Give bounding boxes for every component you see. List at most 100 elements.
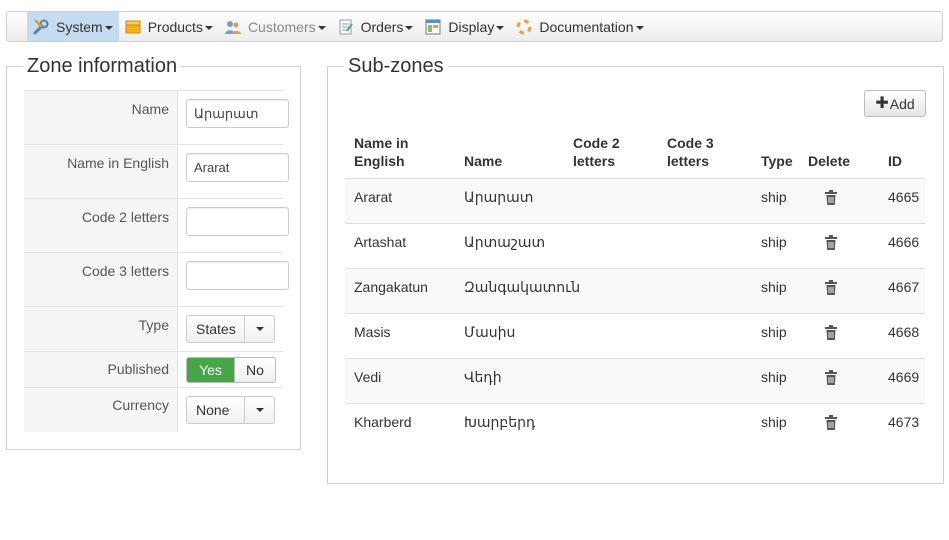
trash-icon[interactable] [825, 325, 837, 340]
menu-system-label: System [56, 18, 103, 35]
code2-row: Code 2 letters [24, 198, 289, 252]
table-row: Masis Մասիս ship 4668 [345, 313, 925, 358]
trash-icon[interactable] [825, 370, 837, 385]
chevron-down-icon [496, 25, 505, 30]
published-yes-button[interactable]: Yes [187, 358, 234, 382]
type-select-value: States [196, 321, 236, 337]
name-row: Name [24, 90, 289, 144]
header-name-english: Name in English [354, 135, 409, 169]
name-english-input[interactable] [186, 153, 289, 182]
currency-row: Currency None [24, 387, 283, 432]
cell-id: 4666 [888, 234, 920, 250]
chevron-down-icon [317, 25, 326, 30]
name-english-row: Name in English [24, 144, 289, 198]
table-row: Kharberd Խարբերդ ship 4673 [345, 403, 925, 448]
type-row: Type States [24, 306, 283, 351]
orders-icon [337, 18, 355, 36]
chevron-down-icon [635, 25, 644, 30]
table-row: Ararat Արարատ ship 4665 [345, 178, 925, 223]
type-select-toggle[interactable] [244, 316, 274, 342]
header-type: Type [761, 153, 793, 169]
menu-customers[interactable]: Customers [219, 12, 332, 41]
cell-name: Արարատ [464, 189, 534, 205]
lifebuoy-icon [515, 18, 533, 36]
menu-orders[interactable]: Orders [332, 12, 420, 41]
trash-icon[interactable] [825, 190, 837, 205]
add-subzone-button[interactable]: ✚ Add [864, 90, 926, 117]
cell-id: 4667 [888, 279, 920, 295]
trash-icon[interactable] [825, 280, 837, 295]
display-icon [424, 18, 442, 36]
chevron-down-icon [255, 327, 264, 331]
menu-system[interactable]: System [27, 12, 119, 41]
header-name: Name [464, 153, 503, 169]
cell-id: 4673 [888, 414, 920, 430]
cell-name-english: Masis [354, 324, 391, 340]
cell-id: 4669 [888, 369, 920, 385]
trash-icon[interactable] [825, 235, 837, 250]
cell-name: Զանգակատուն [464, 279, 581, 295]
header-delete: Delete [808, 153, 851, 169]
currency-select-value: None [196, 402, 230, 418]
plus-icon: ✚ [875, 94, 889, 112]
currency-label: Currency [24, 388, 178, 432]
cell-name: Մասիս [464, 324, 516, 340]
cell-type: ship [761, 189, 787, 205]
code3-label: Code 3 letters [24, 253, 178, 306]
box-icon [124, 18, 142, 36]
cell-id: 4668 [888, 324, 920, 340]
zone-information-panel: Zone information Name Name in English Co… [6, 54, 301, 450]
type-select[interactable]: States [186, 315, 275, 343]
add-subzone-label: Add [889, 95, 915, 112]
name-input[interactable] [186, 99, 289, 128]
header-code2: Code 2 letters [573, 135, 620, 169]
cell-type: ship [761, 324, 787, 340]
cell-name: Վեդի [464, 369, 502, 385]
cell-type: ship [761, 369, 787, 385]
chevron-down-icon [255, 408, 264, 412]
cell-type: ship [761, 234, 787, 250]
users-icon [224, 18, 242, 36]
published-no-button[interactable]: No [234, 358, 275, 382]
name-label: Name [24, 91, 178, 144]
cell-type: ship [761, 279, 787, 295]
code3-row: Code 3 letters [24, 252, 289, 306]
published-label: Published [24, 352, 178, 387]
published-toggle: Yes No [186, 357, 276, 383]
type-label: Type [24, 307, 178, 351]
code3-input[interactable] [186, 261, 289, 290]
menu-documentation-label: Documentation [539, 18, 634, 35]
cell-type: ship [761, 414, 787, 430]
menu-documentation[interactable]: Documentation [510, 12, 649, 41]
header-id: ID [888, 153, 902, 169]
currency-select[interactable]: None [186, 396, 275, 424]
menu-display[interactable]: Display [419, 12, 510, 41]
currency-select-toggle[interactable] [244, 397, 274, 423]
chevron-down-icon [405, 25, 414, 30]
wrench-icon [32, 18, 50, 36]
cell-name-english: Kharberd [354, 414, 412, 430]
zone-information-title: Zone information [23, 54, 182, 78]
cell-name-english: Ararat [354, 189, 393, 205]
published-row: Published Yes No [24, 351, 283, 387]
table-row: Vedi Վեդի ship 4669 [345, 358, 925, 403]
main-menu-bar: System Products Customers Orders Display [6, 11, 943, 42]
menu-orders-label: Orders [360, 18, 404, 35]
menu-products[interactable]: Products [119, 12, 219, 41]
cell-name: Խարբերդ [464, 414, 536, 430]
code2-input[interactable] [186, 207, 289, 236]
cell-name-english: Zangakatun [354, 279, 428, 295]
cell-name: Արտաշատ [464, 234, 546, 250]
table-row: Artashat Արտաշատ ship 4666 [345, 223, 925, 268]
cell-name-english: Vedi [354, 369, 382, 385]
code2-label: Code 2 letters [24, 199, 178, 252]
cell-name-english: Artashat [354, 234, 407, 250]
chevron-down-icon [104, 25, 113, 30]
name-english-label: Name in English [24, 145, 178, 198]
trash-icon[interactable] [825, 415, 837, 430]
sub-zones-title: Sub-zones [344, 54, 448, 78]
chevron-down-icon [204, 25, 213, 30]
menu-display-label: Display [448, 18, 495, 35]
table-row: Zangakatun Զանգակատուն ship 4667 [345, 268, 925, 313]
menu-customers-label: Customers [247, 18, 316, 35]
